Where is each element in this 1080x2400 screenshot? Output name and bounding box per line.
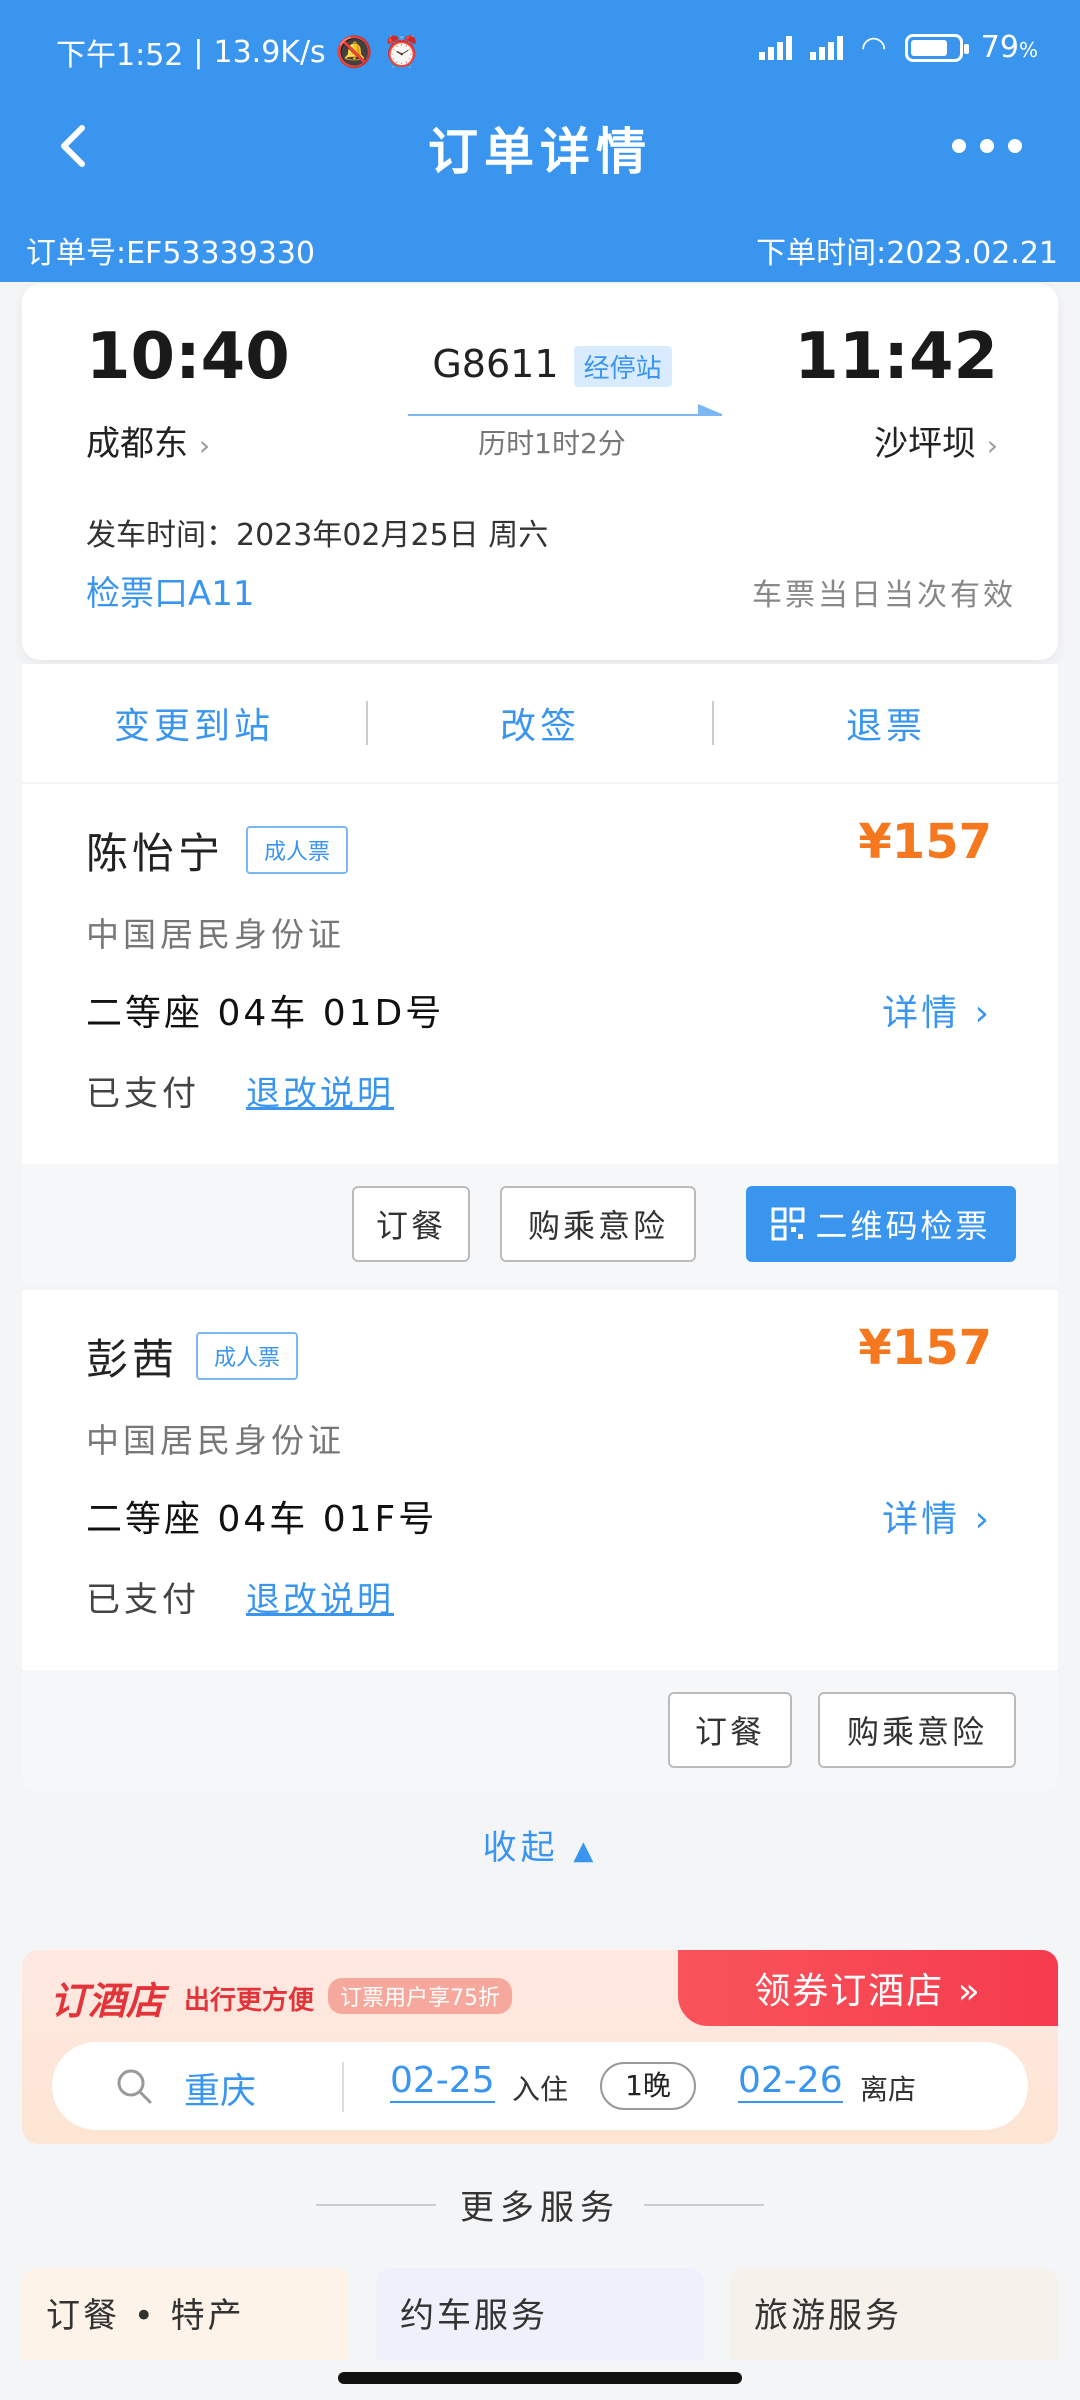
train-info: G8611 经停站 xyxy=(382,342,722,387)
ticket-validity: 车票当日当次有效 xyxy=(752,578,1016,613)
passenger-card: 陈怡宁 成人票 ¥157 中国居民身份证 二等座 04车 01D号 详情 › 已… xyxy=(22,784,1058,1164)
hotel-slogan: 出行更方便 xyxy=(184,1986,315,2016)
service-card-ride[interactable]: 约车服务 xyxy=(376,2268,704,2360)
services-row: 订餐 • 特产 约车服务 旅游服务 xyxy=(22,2268,1058,2360)
refund-rules-link[interactable]: 退改说明 xyxy=(246,1572,394,1621)
mute-icon: 🔕 xyxy=(335,34,374,70)
passenger-name: 彭茜 xyxy=(86,1335,179,1384)
triangle-up-icon: ▲ xyxy=(573,1836,598,1866)
depart-date: 发车时间：2023年02月25日 周六 xyxy=(86,518,549,553)
hotel-search-bar[interactable]: 重庆 02-25 入住 1晚 02-26 离店 xyxy=(52,2042,1028,2130)
ticket-price: ¥157 xyxy=(858,814,992,870)
alarm-icon: ⏰ xyxy=(383,34,421,70)
arrive-time: 11:42 xyxy=(794,320,998,394)
passenger-actions: 订餐 购乘意险 二维码检票 xyxy=(22,1164,1058,1286)
depart-time: 10:40 xyxy=(86,320,290,394)
battery-level: 79 xyxy=(980,30,1019,65)
qr-check-button[interactable]: 二维码检票 xyxy=(746,1186,1016,1262)
hotel-banner[interactable]: 订酒店 出行更方便 订票用户享75折 领券订酒店 » 重庆 02-25 入住 1… xyxy=(22,1950,1058,2144)
order-info-bar: 订单号:EF53339330 下单时间:2023.02.21 xyxy=(0,212,1080,282)
pay-status: 已支付 xyxy=(86,1074,200,1114)
order-actions: 变更到站 改签 退票 xyxy=(22,664,1058,782)
order-placed-time: 下单时间:2023.02.21 xyxy=(756,236,1058,271)
train-number: G8611 xyxy=(432,342,559,386)
ticket-type-badge: 成人票 xyxy=(196,1332,299,1380)
pay-status: 已支付 xyxy=(86,1580,200,1620)
service-card-travel[interactable]: 旅游服务 xyxy=(730,2268,1058,2360)
ticket-type-badge: 成人票 xyxy=(246,826,349,874)
passenger-name: 陈怡宁 xyxy=(86,829,225,878)
net-speed: 13.9K/s xyxy=(213,34,326,70)
direction-arrow-icon xyxy=(408,404,722,416)
nights-badge: 1晚 xyxy=(600,2062,696,2110)
search-icon xyxy=(117,2069,152,2104)
order-number: 订单号:EF53339330 xyxy=(26,236,316,271)
service-card-meal[interactable]: 订餐 • 特产 xyxy=(22,2268,350,2360)
more-options-icon[interactable] xyxy=(932,126,1042,166)
trip-duration: 历时1时2分 xyxy=(478,427,626,460)
via-stations-button[interactable]: 经停站 xyxy=(573,346,672,387)
meal-button[interactable]: 订餐 xyxy=(352,1186,470,1262)
collapse-button[interactable]: 收起 ▲ xyxy=(0,1820,1080,1869)
status-time: 下午1:52 xyxy=(56,38,184,73)
passenger-actions: 订餐 购乘意险 xyxy=(22,1670,1058,1792)
insurance-button[interactable]: 购乘意险 xyxy=(500,1186,696,1262)
app-header: 下午1:52 | 13.9K/s 🔕 ⏰ ◠ 79% 订单详情 xyxy=(0,0,1080,212)
chevron-right-icon: › xyxy=(198,429,211,462)
rebook-button[interactable]: 改签 xyxy=(368,697,712,749)
checkout-date[interactable]: 02-26 xyxy=(738,2060,843,2103)
qr-code-icon xyxy=(771,1207,805,1241)
arrive-station[interactable]: 沙坪坝 › xyxy=(874,416,998,465)
checkin-date[interactable]: 02-25 xyxy=(390,2060,495,2103)
refund-rules-link[interactable]: 退改说明 xyxy=(246,1066,394,1115)
battery-icon xyxy=(904,33,969,62)
chevron-right-icon: › xyxy=(986,429,998,462)
insurance-button[interactable]: 购乘意险 xyxy=(818,1692,1016,1768)
signal-icon-2 xyxy=(809,35,843,60)
signal-icon xyxy=(758,35,792,60)
seat-info: 二等座 04车 01F号 xyxy=(86,1499,438,1540)
change-station-button[interactable]: 变更到站 xyxy=(22,697,366,749)
trip-card: 10:40 成都东 › G8611 经停站 历时1时2分 11:42 沙坪坝 ›… xyxy=(22,284,1058,660)
wifi-icon: ◠ xyxy=(860,30,887,65)
meal-button[interactable]: 订餐 xyxy=(668,1692,792,1768)
passenger-card: 彭茜 成人票 ¥157 中国居民身份证 二等座 04车 01F号 详情 › 已支… xyxy=(22,1290,1058,1670)
id-type: 中国居民身份证 xyxy=(86,915,345,954)
seat-info: 二等座 04车 01D号 xyxy=(86,993,445,1034)
status-bar: 下午1:52 | 13.9K/s 🔕 ⏰ ◠ 79% xyxy=(56,30,1038,73)
depart-station[interactable]: 成都东 › xyxy=(86,416,210,465)
id-type: 中国居民身份证 xyxy=(86,1421,345,1460)
more-services-heading: 更多服务 xyxy=(0,2180,1080,2229)
refund-button[interactable]: 退票 xyxy=(714,697,1058,749)
checkin-label: 入住 xyxy=(512,2073,569,2106)
hotel-brand: 订酒店 xyxy=(50,1979,165,2023)
page-title: 订单详情 xyxy=(428,123,652,181)
battery-fill xyxy=(910,39,948,56)
home-indicator[interactable] xyxy=(338,2372,742,2384)
detail-link[interactable]: 详情 › xyxy=(882,1490,992,1542)
ticket-price: ¥157 xyxy=(858,1320,992,1376)
nav-bar: 订单详情 xyxy=(0,100,1080,212)
hotel-coupon-button[interactable]: 领券订酒店 » xyxy=(678,1950,1058,2026)
detail-link[interactable]: 详情 › xyxy=(882,984,992,1036)
hotel-promo-badge: 订票用户享75折 xyxy=(328,1978,512,2014)
checkout-label: 离店 xyxy=(860,2073,917,2106)
ticket-gate: 检票口A11 xyxy=(86,574,255,614)
hotel-city[interactable]: 重庆 xyxy=(184,2062,256,2114)
